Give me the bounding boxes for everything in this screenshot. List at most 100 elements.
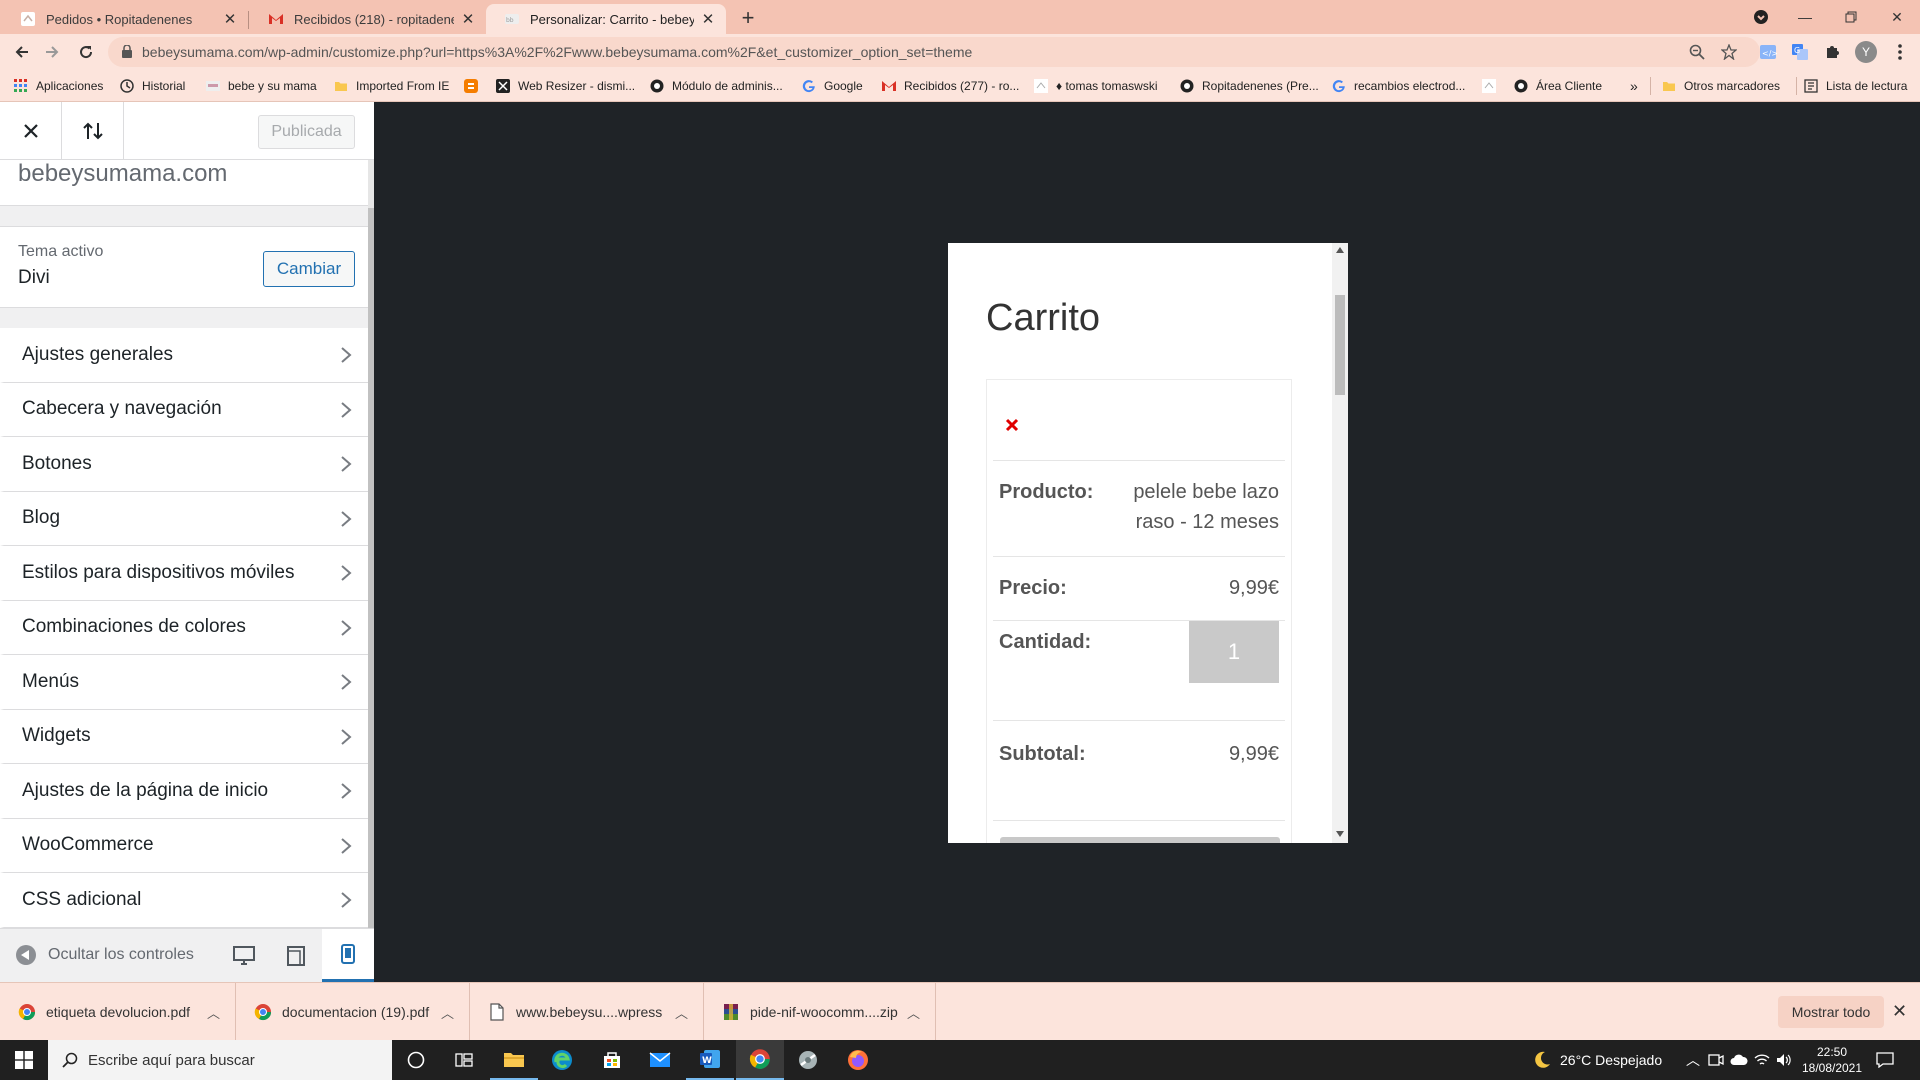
close-customizer-icon[interactable] — [0, 102, 62, 160]
taskbar-search-input[interactable]: Escribe aquí para buscar — [48, 1040, 392, 1080]
reload-icon[interactable] — [74, 40, 98, 64]
task-view-icon[interactable] — [440, 1040, 488, 1080]
tray-chevron-up-icon[interactable]: ︿ — [1686, 1040, 1700, 1080]
chevron-up-icon[interactable]: ︿ — [907, 1003, 921, 1022]
tab-search-icon[interactable] — [1738, 0, 1784, 34]
section-pagina-inicio[interactable]: Ajustes de la página de inicio — [0, 764, 368, 819]
preview-tablet-icon[interactable] — [270, 929, 322, 983]
bookmark-imported-from-ie[interactable]: Imported From IE — [334, 77, 449, 95]
preview-desktop-icon[interactable] — [218, 929, 270, 983]
section-combinaciones-colores[interactable]: Combinaciones de colores — [0, 600, 368, 655]
close-window-icon[interactable]: ✕ — [1874, 0, 1920, 34]
quantity-input[interactable]: 1 — [1189, 621, 1279, 683]
system-clock[interactable]: 22:50 18/08/2021 — [1800, 1044, 1864, 1076]
onedrive-cloud-icon[interactable] — [1730, 1040, 1748, 1080]
product-link[interactable]: pelele bebe lazo raso - 12 meses — [1133, 477, 1279, 537]
address-bar[interactable]: bebeysumama.com/wp-admin/customize.php?u… — [108, 37, 1760, 67]
section-label: Ajustes de la página de inicio — [22, 779, 269, 801]
preview-scrollbar[interactable] — [1332, 243, 1348, 843]
bookmark-gmail[interactable]: Recibidos (277) - ro... — [882, 77, 1019, 95]
new-tab-plus-icon[interactable]: + — [738, 7, 758, 29]
mail-icon[interactable] — [636, 1040, 684, 1080]
bookmark-google[interactable]: Google — [802, 77, 863, 95]
scroll-down-icon[interactable] — [1336, 831, 1344, 837]
remove-item-icon[interactable] — [1005, 418, 1019, 432]
tab-close-icon[interactable]: ✕ — [460, 11, 476, 28]
weather-widget[interactable]: 26°C Despejado — [1532, 1040, 1662, 1080]
zoom-icon[interactable] — [1685, 40, 1709, 64]
section-ajustes-generales[interactable]: Ajustes generales — [0, 328, 368, 383]
reorder-arrows-icon[interactable] — [62, 102, 124, 160]
forward-arrow-icon[interactable] — [40, 40, 64, 64]
bookmark-bebe-y-su-mama[interactable]: bebe y su mama — [206, 77, 317, 95]
chevron-up-icon[interactable]: ︿ — [441, 1003, 455, 1022]
section-blog[interactable]: Blog — [0, 491, 368, 546]
bookmark-history[interactable]: Historial — [120, 77, 185, 95]
browser-tab[interactable]: Pedidos • Ropitadenenes ✕ — [2, 4, 248, 34]
meet-now-icon[interactable] — [1708, 1040, 1724, 1080]
cortana-icon[interactable] — [392, 1040, 440, 1080]
scroll-up-icon[interactable] — [1336, 247, 1344, 253]
extensions-puzzle-icon[interactable] — [1820, 40, 1844, 64]
publish-button[interactable]: Publicada — [258, 115, 355, 149]
hide-controls-button[interactable]: Ocultar los controles — [16, 945, 194, 965]
change-theme-button[interactable]: Cambiar — [263, 251, 355, 287]
download-item[interactable]: pide-nif-woocomm....zip ︿ — [704, 983, 936, 1041]
filezilla-icon[interactable] — [784, 1040, 832, 1080]
bookmark-recambios[interactable]: recambios electrod... — [1332, 77, 1465, 95]
chrome-taskbar-icon[interactable] — [736, 1040, 784, 1080]
bookmark-tomas[interactable]: ♦ tomas tomaswski — [1034, 77, 1157, 95]
tab-close-icon[interactable]: ✕ — [222, 11, 238, 28]
network-wifi-icon[interactable] — [1754, 1040, 1770, 1080]
back-arrow-icon[interactable] — [10, 40, 34, 64]
preview-mobile-icon[interactable] — [322, 929, 374, 983]
section-widgets[interactable]: Widgets — [0, 709, 368, 764]
section-woocommerce[interactable]: WooCommerce — [0, 818, 368, 873]
section-css-adicional[interactable]: CSS adicional — [0, 873, 368, 928]
store-icon[interactable] — [588, 1040, 636, 1080]
download-item[interactable]: documentacion (19).pdf ︿ — [236, 983, 470, 1041]
chevron-up-icon[interactable]: ︿ — [675, 1003, 689, 1022]
notifications-icon[interactable] — [1876, 1040, 1894, 1080]
windows-start-icon[interactable] — [0, 1040, 48, 1080]
chevron-up-icon[interactable]: ︿ — [207, 1003, 221, 1022]
bookmark-web-resizer[interactable]: Web Resizer - dismi... — [496, 77, 635, 95]
bookmark-ropitadenenes[interactable]: Ropitadenenes (Pre... — [1180, 77, 1319, 95]
download-item[interactable]: etiqueta devolucion.pdf ︿ — [0, 983, 236, 1041]
firefox-icon[interactable] — [834, 1040, 882, 1080]
reading-list-icon — [1804, 79, 1818, 93]
download-item[interactable]: www.bebeysu....wpress ︿ — [470, 983, 704, 1041]
edge-icon[interactable] — [538, 1040, 586, 1080]
section-estilos-moviles[interactable]: Estilos para dispositivos móviles — [0, 546, 368, 601]
bookmark-area-cliente[interactable]: Área Cliente — [1514, 77, 1602, 95]
more-bookmarks-chevron-icon[interactable]: » — [1630, 77, 1638, 95]
code-extension-icon[interactable]: </> — [1756, 40, 1780, 64]
update-cart-button[interactable] — [1000, 837, 1280, 843]
more-menu-icon[interactable] — [1888, 40, 1912, 64]
bookmark-apps[interactable]: Aplicaciones — [14, 77, 103, 95]
file-explorer-icon[interactable] — [490, 1040, 538, 1080]
bookmark-lista-de-lectura[interactable]: Lista de lectura — [1804, 77, 1907, 95]
bookmark-otros-marcadores[interactable]: Otros marcadores — [1662, 77, 1780, 95]
word-icon[interactable]: W — [686, 1040, 734, 1080]
browser-tab[interactable]: Recibidos (218) - ropitadenenes ✕ — [250, 4, 486, 34]
bookmark-blogger[interactable] — [464, 77, 486, 95]
bookmark-site[interactable] — [1482, 77, 1504, 95]
translate-icon[interactable]: G — [1788, 40, 1812, 64]
mobile-preview-frame[interactable]: Carrito Producto: pelele bebe lazo raso … — [948, 243, 1348, 843]
browser-tab-active[interactable]: bb Personalizar: Carrito - bebeysuma ✕ — [486, 4, 726, 34]
tab-close-icon[interactable]: ✕ — [700, 11, 716, 28]
section-menus[interactable]: Menús — [0, 655, 368, 710]
close-downloads-icon[interactable]: ✕ — [1892, 1001, 1907, 1022]
bookmark-label: Lista de lectura — [1826, 79, 1908, 93]
volume-icon[interactable] — [1776, 1040, 1792, 1080]
section-cabecera-navegacion[interactable]: Cabecera y navegación — [0, 382, 368, 437]
minimize-icon[interactable]: — — [1782, 0, 1828, 34]
bookmark-modulo-admin[interactable]: Módulo de adminis... — [650, 77, 783, 95]
preview-scrollbar-thumb[interactable] — [1335, 295, 1345, 395]
bookmark-star-icon[interactable] — [1717, 40, 1741, 64]
section-botones[interactable]: Botones — [0, 437, 368, 492]
profile-avatar[interactable]: Y — [1854, 40, 1878, 64]
restore-icon[interactable] — [1828, 0, 1874, 34]
show-all-downloads-button[interactable]: Mostrar todo — [1778, 996, 1884, 1028]
